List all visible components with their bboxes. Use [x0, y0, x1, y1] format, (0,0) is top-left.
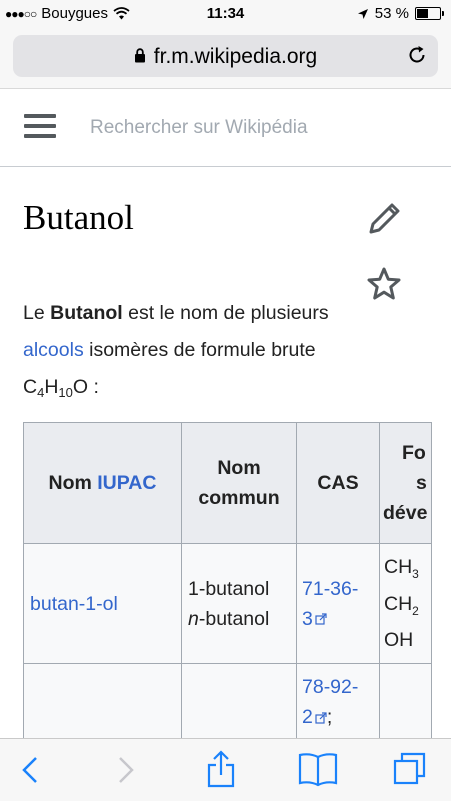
cell-iupac: butan-1-ol: [23, 543, 182, 664]
address-bar[interactable]: fr.m.wikipedia.org: [13, 35, 438, 77]
bookmarks-book-icon[interactable]: [298, 751, 338, 787]
external-link-icon: [315, 613, 327, 625]
watch-star-icon[interactable]: [366, 266, 402, 302]
forward-chevron-icon[interactable]: [112, 753, 138, 787]
location-arrow-icon: [357, 8, 368, 19]
column-header-nom-commun: Nom commun: [181, 422, 297, 544]
browser-address-area: fr.m.wikipedia.org: [0, 28, 451, 89]
browser-toolbar: [0, 738, 451, 801]
menu-icon[interactable]: [24, 114, 56, 140]
edit-pencil-icon[interactable]: [367, 200, 403, 236]
cell-cas: 78-92- 2;: [296, 663, 380, 744]
term-bold: Butanol: [50, 302, 123, 324]
share-icon[interactable]: [204, 749, 238, 789]
cell-cas: 71-36- 3: [296, 543, 380, 664]
link-iupac[interactable]: IUPAC: [97, 472, 156, 494]
cell-nom-commun: 1-butanol n-butanol: [181, 543, 297, 664]
table-row: butan-1-ol 1-butanol n-butanol 71-36- 3 CH…: [23, 543, 432, 664]
status-bar: ●●●○○ Bouygues 11:34 53 %: [0, 0, 451, 28]
table-header-row: Nom IUPAC Nom commun CAS Fo s déve: [23, 422, 432, 544]
cell-nom-commun: [181, 663, 297, 744]
table-row: 78-92- 2;: [23, 663, 432, 744]
status-right: 53 %: [357, 5, 444, 22]
battery-level: [417, 9, 428, 18]
reload-icon[interactable]: [406, 44, 428, 66]
battery-icon: [415, 7, 444, 20]
link-alcools[interactable]: alcools: [23, 339, 84, 361]
tabs-icon[interactable]: [392, 751, 428, 787]
lock-icon: [134, 48, 145, 63]
isomers-table: Nom IUPAC Nom commun CAS Fo s déve butan-1-…: [23, 422, 432, 744]
cell-formule: [379, 663, 432, 744]
search-input[interactable]: Rechercher sur Wikipédia: [90, 117, 308, 139]
cell-formule: CH3 CH2 OH: [379, 543, 432, 664]
wiki-header: Rechercher sur Wikipédia: [0, 89, 451, 167]
column-header-nom-iupac: Nom IUPAC: [23, 422, 182, 544]
column-header-cas: CAS: [296, 422, 380, 544]
back-chevron-icon[interactable]: [18, 753, 44, 787]
cell-iupac: [23, 663, 182, 744]
battery-percent: 53 %: [374, 5, 409, 22]
page-title: Butanol: [23, 198, 134, 237]
intro-paragraph: Le Butanol est le nom de plusieurs alcoo…: [23, 302, 329, 400]
link-cas-71-36-3[interactable]: 71-36- 3: [302, 578, 358, 630]
address-url: fr.m.wikipedia.org: [153, 45, 318, 68]
external-link-icon: [315, 712, 327, 724]
link-butan-1-ol[interactable]: butan-1-ol: [30, 593, 118, 615]
column-header-formule: Fo s déve: [379, 422, 432, 544]
